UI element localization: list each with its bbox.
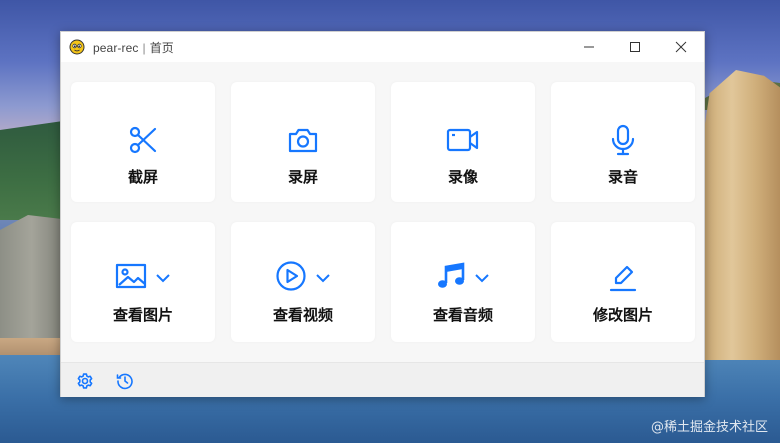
card-label: 查看图片: [112, 306, 173, 324]
camera-icon: [287, 124, 319, 156]
card-label: 录音: [607, 168, 638, 186]
chevron-down-icon[interactable]: [155, 273, 171, 283]
card-screenshot[interactable]: 截屏: [71, 82, 215, 202]
footer-bar: [61, 362, 704, 397]
card-label: 录像: [447, 168, 478, 186]
maximize-icon: [630, 42, 640, 52]
scissors-icon: [128, 124, 158, 156]
title-bar[interactable]: pear-rec | 首页: [61, 32, 704, 62]
card-view-audio[interactable]: 查看音频: [391, 222, 535, 342]
image-icon: [115, 262, 147, 294]
settings-gear-icon[interactable]: [76, 372, 94, 390]
app-window: pear-rec | 首页 截屏 录屏 录像 录音 查看图片 查看视频 查看音频…: [60, 31, 705, 397]
desktop-wallpaper-grass-right: [705, 80, 780, 110]
pear-app-icon: [69, 39, 85, 55]
title-separator: |: [142, 40, 146, 55]
music-note-icon: [436, 261, 466, 295]
home-grid: 截屏 录屏 录像 录音 查看图片 查看视频 查看音频 修改图片: [61, 62, 704, 362]
desktop-wallpaper-cliff-right: [700, 70, 780, 360]
watermark: @稀土掘金技术社区: [650, 420, 768, 435]
close-icon: [675, 41, 687, 53]
video-camera-icon: [446, 124, 480, 156]
card-edit-image[interactable]: 修改图片: [551, 222, 695, 342]
close-button[interactable]: [658, 32, 704, 62]
chevron-down-icon[interactable]: [474, 273, 490, 283]
card-label: 截屏: [127, 168, 158, 186]
maximize-button[interactable]: [612, 32, 658, 62]
chevron-down-icon[interactable]: [315, 273, 331, 283]
history-clock-icon[interactable]: [116, 372, 134, 390]
microphone-icon: [609, 124, 637, 156]
card-screen-record[interactable]: 录屏: [231, 82, 375, 202]
minimize-button[interactable]: [566, 32, 612, 62]
card-label: 录屏: [287, 168, 318, 186]
card-audio-record[interactable]: 录音: [551, 82, 695, 202]
card-video-record[interactable]: 录像: [391, 82, 535, 202]
app-name: pear-rec: [93, 40, 139, 55]
card-label: 修改图片: [592, 306, 653, 324]
edit-pen-icon: [608, 262, 638, 294]
card-view-images[interactable]: 查看图片: [71, 222, 215, 342]
card-view-videos[interactable]: 查看视频: [231, 222, 375, 342]
play-circle-icon: [275, 260, 307, 296]
minimize-icon: [584, 46, 594, 48]
card-label: 查看视频: [272, 306, 333, 324]
card-label: 查看音频: [432, 306, 493, 324]
page-name: 首页: [149, 40, 174, 55]
window-title: pear-rec | 首页: [93, 39, 174, 56]
